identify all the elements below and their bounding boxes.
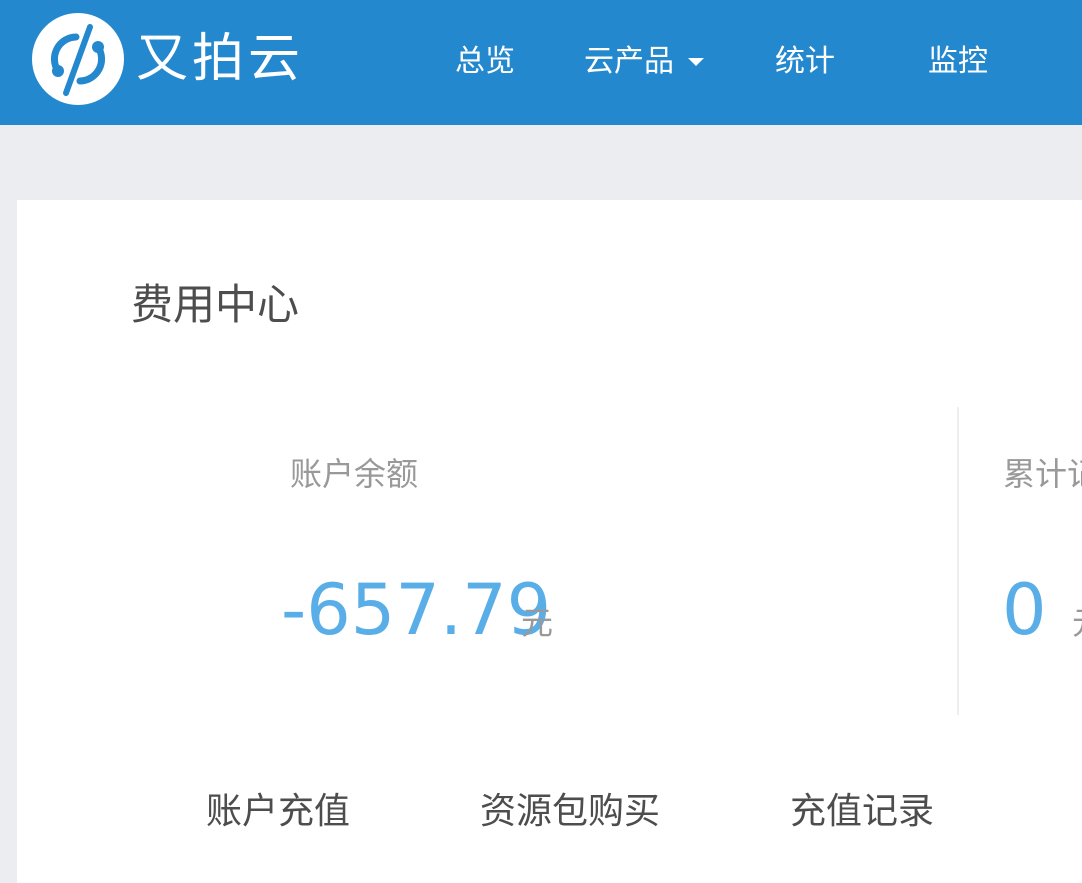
nav-item-cloud-products[interactable]: 云产品 (584, 40, 704, 84)
brand-logo[interactable]: 又拍云 (32, 13, 304, 105)
nav-item-statistics[interactable]: 统计 (775, 40, 835, 84)
nav-item-monitoring[interactable]: 监控 (928, 40, 988, 84)
balance-value: -657.79 (281, 569, 552, 651)
cumulative-value: 0 (1002, 569, 1047, 651)
nav-item-overview[interactable]: 总览 (455, 40, 515, 84)
billing-panel: 费用中心 账户余额 -657.79 元 累计记 0 元 账户充值 资源包购买 充… (17, 200, 1082, 883)
resource-package-purchase-link[interactable]: 资源包购买 (480, 790, 660, 834)
account-recharge-link[interactable]: 账户充值 (206, 790, 350, 834)
balance-label: 账户余额 (290, 455, 419, 493)
cumulative-unit: 元 (1072, 603, 1082, 643)
brand-name: 又拍云 (136, 29, 305, 89)
top-navbar: 又拍云 总览 云产品 统计 监控 (0, 0, 1082, 125)
nav-item-label: 统计 (775, 44, 835, 79)
cumulative-label: 累计记 (1003, 455, 1082, 493)
recharge-records-link[interactable]: 充值记录 (790, 790, 934, 834)
balance-unit: 元 (521, 604, 554, 642)
nav-item-label: 总览 (455, 44, 515, 79)
caret-down-icon (688, 58, 704, 66)
stat-divider (957, 407, 959, 715)
upyun-logo-icon (32, 13, 124, 105)
nav-item-label: 监控 (928, 44, 988, 79)
nav-item-label: 云产品 (584, 44, 674, 79)
page-title: 费用中心 (131, 280, 300, 329)
